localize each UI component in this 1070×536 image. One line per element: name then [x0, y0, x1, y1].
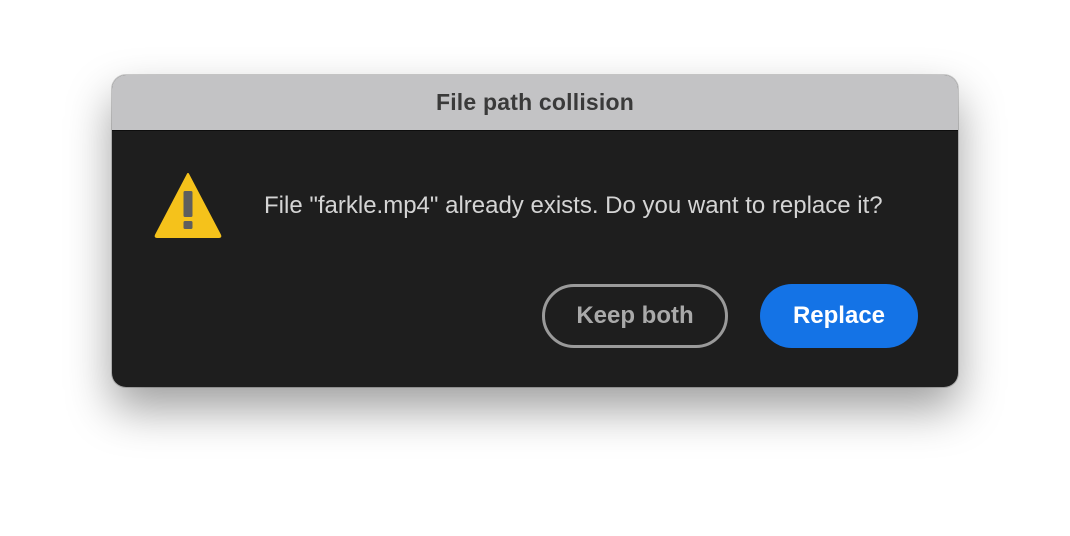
dialog-titlebar[interactable]: File path collision [112, 75, 958, 131]
screen: File path collision File "farkle.mp4" al… [0, 0, 1070, 536]
keep-both-button[interactable]: Keep both [542, 284, 728, 348]
dialog-title: File path collision [435, 89, 635, 115]
file-collision-dialog: File path collision File "farkle.mp4" al… [112, 75, 958, 387]
dialog-message: File "farkle.mp4" already exists. Do you… [264, 192, 883, 219]
replace-button[interactable]: Replace [760, 284, 918, 348]
warning-icon [153, 171, 223, 239]
